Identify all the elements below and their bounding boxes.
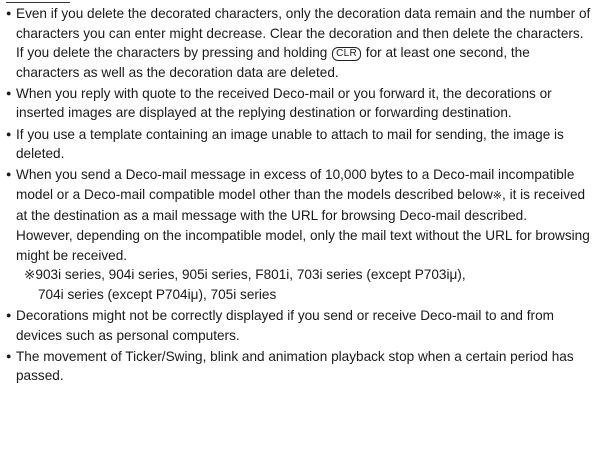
notes-list: ● Even if you delete the decorated chara… (6, 4, 594, 387)
list-item: ● If you use a template containing an im… (6, 125, 594, 164)
note-text: If you use a template containing an imag… (16, 126, 564, 162)
note-text: The movement of Ticker/Swing, blink and … (16, 348, 574, 384)
bullet-icon: ● (6, 309, 12, 320)
bullet-icon: ● (6, 128, 12, 139)
bullet-icon: ● (6, 8, 12, 18)
clr-key-icon: CLR (332, 47, 362, 62)
bullet-icon: ● (6, 350, 12, 361)
note-continuation: However, depending on the incompatible m… (16, 228, 590, 263)
list-item: ● The movement of Ticker/Swing, blink an… (6, 347, 594, 386)
compatible-models-line: 704i series (except P704iμ), 705i series (38, 286, 277, 302)
bullet-icon: ● (6, 169, 12, 180)
note-text-part: When you send a Deco-mail message in exc… (16, 167, 575, 202)
list-item: ● When you reply with quote to the recei… (6, 84, 594, 123)
note-text: When you reply with quote to the receive… (16, 85, 552, 121)
reference-mark: ※ (492, 189, 503, 202)
list-item: ● When you send a Deco-mail message in e… (6, 165, 594, 304)
bullet-icon: ● (6, 87, 12, 98)
list-item: ● Even if you delete the decorated chara… (6, 4, 594, 82)
list-item: ● Decorations might not be correctly dis… (6, 306, 594, 345)
compatible-models-line: ※903i series, 904i series, 905i series, … (24, 267, 466, 283)
section-top-rule (6, 2, 70, 3)
note-text: Decorations might not be correctly displ… (16, 307, 554, 343)
note-text: Even if you delete the decorated charact… (16, 4, 594, 82)
note-text: When you send a Deco-mail message in exc… (16, 165, 594, 226)
